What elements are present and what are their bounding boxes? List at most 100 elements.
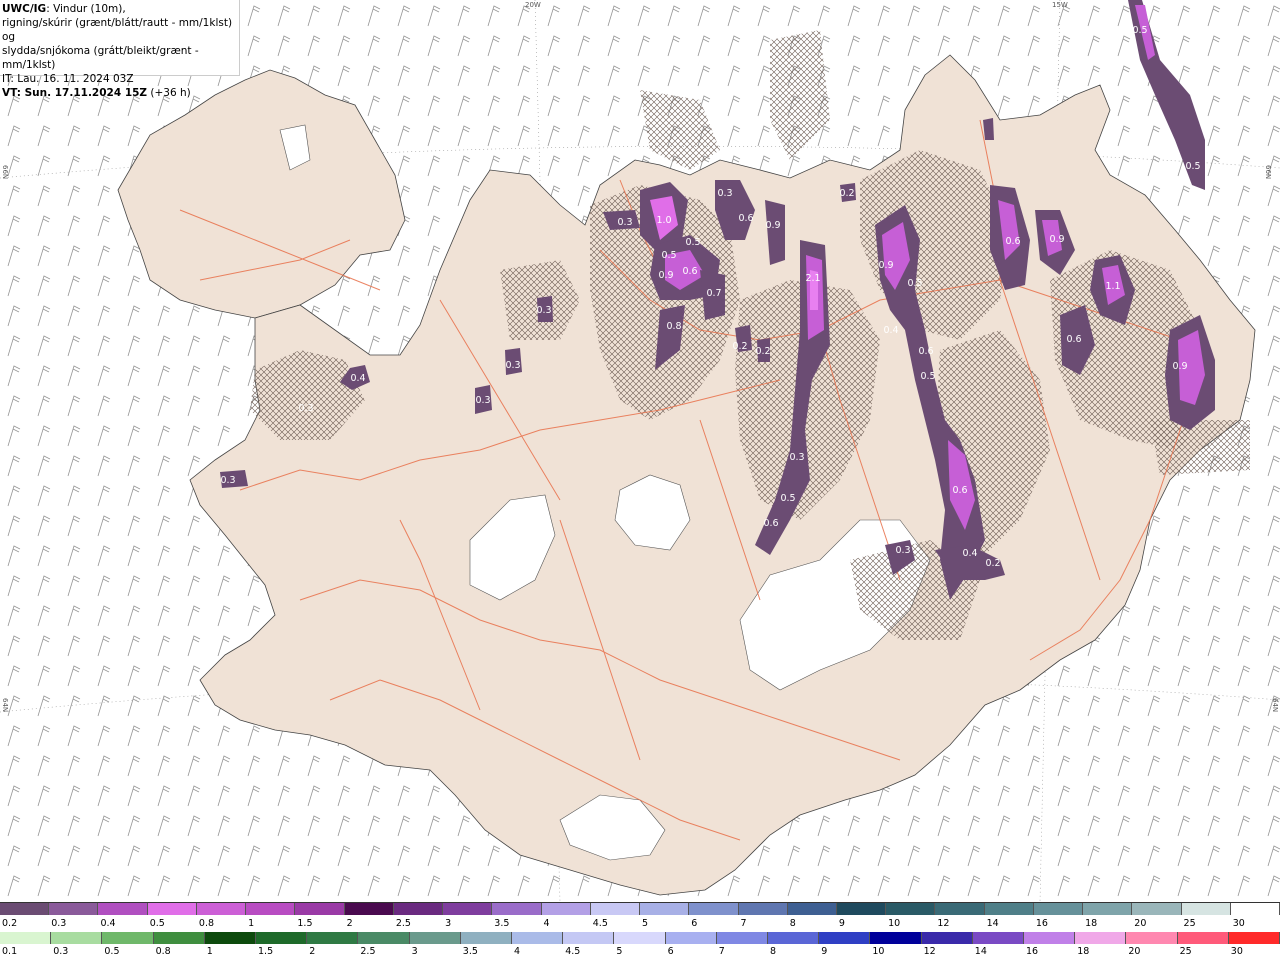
product-name: UWC/IG — [2, 3, 47, 15]
scale-swatch — [972, 932, 1025, 944]
scale-label: 0.5 — [149, 918, 165, 929]
precip-label: 0.5 — [685, 237, 700, 248]
precip-label: 0.2 — [985, 558, 1000, 569]
snow-scale-labels: 0.2 0.3 0.4 0.5 0.8 1 1.5 2 2.5 3 3.5 4 4.5 5 6 7 8 9 10 12… — [0, 918, 1280, 930]
scale-swatch — [836, 903, 887, 915]
scale-swatch — [98, 903, 148, 915]
scale-label: 2.5 — [360, 946, 376, 957]
scale-swatch — [147, 903, 197, 915]
scale-label: 1 — [248, 918, 255, 929]
scale-label: 25 — [1179, 946, 1192, 957]
scale-swatch — [984, 903, 1034, 915]
scale-label: 30 — [1232, 918, 1245, 929]
scale-swatch — [49, 903, 99, 915]
scale-swatch — [738, 903, 788, 915]
scale-label: 14 — [974, 946, 987, 957]
scale-swatch — [460, 932, 513, 944]
scale-label: 14 — [986, 918, 999, 929]
scale-label: 6 — [667, 946, 674, 957]
precip-label: 0.9 — [1172, 361, 1187, 372]
precip-label: 0.5 — [780, 493, 795, 504]
scale-label: 2 — [309, 946, 316, 957]
scale-label: 18 — [1077, 946, 1090, 957]
scale-swatch — [787, 903, 837, 915]
scale-label: 8 — [789, 918, 796, 929]
graticule-label-15w: 15W — [1052, 1, 1068, 9]
precip-label: 2.1 — [805, 273, 820, 284]
scale-label: 3.5 — [494, 918, 510, 929]
scale-swatch — [443, 903, 493, 915]
scale-label: 4 — [514, 946, 521, 957]
scale-label: 3 — [411, 946, 418, 957]
scale-swatch — [1033, 903, 1084, 915]
scale-label: 4 — [543, 918, 550, 929]
product-description: : Vindur (10m), — [46, 3, 126, 15]
scale-label: 1 — [206, 946, 213, 957]
precip-label: 0.4 — [962, 548, 977, 559]
precip-label: 0.6 — [738, 213, 753, 224]
precip-label: 0.7 — [706, 288, 721, 299]
valid-time-lead: (+36 h) — [147, 87, 191, 99]
precip-label: 0.6 — [682, 266, 697, 277]
scale-swatch — [590, 903, 641, 915]
scale-swatch — [358, 932, 410, 944]
precip-label: 1.0 — [656, 215, 671, 226]
init-time: IT: Lau. 16. 11. 2024 03Z — [2, 72, 239, 86]
scale-label: 0.5 — [104, 946, 120, 957]
scale-label: 3.5 — [462, 946, 478, 957]
scale-label: 25 — [1183, 918, 1196, 929]
scale-swatch — [921, 932, 973, 944]
precip-label: 0.6 — [952, 485, 967, 496]
precip-label: 0.6 — [763, 518, 778, 529]
scale-swatch — [409, 932, 461, 944]
scale-swatch — [689, 903, 739, 915]
scale-swatch — [1126, 932, 1178, 944]
scale-swatch — [196, 903, 247, 915]
scale-label: 18 — [1085, 918, 1098, 929]
scale-label: 4.5 — [565, 946, 581, 957]
precip-label: 0.3 — [536, 305, 551, 316]
precip-label: 0.5 — [907, 278, 922, 289]
graticule-label-66n-left: 66N — [1, 165, 9, 180]
precip-label: 0.3 — [895, 545, 910, 556]
scale-swatch — [102, 932, 154, 944]
scale-label: 20 — [1134, 918, 1147, 929]
scale-swatch — [307, 932, 359, 944]
precip-label: 0.6 — [918, 346, 933, 357]
scale-swatch — [295, 903, 345, 915]
scale-swatch — [614, 932, 666, 944]
header-line-1: UWC/IG: Vindur (10m), — [2, 2, 239, 16]
precip-label: 0.4 — [350, 373, 365, 384]
scale-label: 16 — [1026, 946, 1039, 957]
precip-label: 0.9 — [1049, 234, 1064, 245]
precip-label: 0.3 — [617, 217, 632, 228]
precip-label: 0.5 — [1185, 161, 1200, 172]
valid-time-prefix: VT: — [2, 87, 25, 99]
scale-swatch — [1024, 932, 1076, 944]
scale-label: 3 — [445, 918, 452, 929]
precip-label: 0.5 — [1132, 25, 1147, 36]
scale-label: 16 — [1035, 918, 1048, 929]
scale-swatch — [768, 932, 820, 944]
scale-label: 7 — [740, 918, 747, 929]
precip-label: 0.2 — [839, 188, 854, 199]
scale-swatch — [492, 903, 542, 915]
valid-time: VT: Sun. 17.11.2024 15Z (+36 h) — [2, 86, 239, 100]
scale-swatch — [665, 932, 717, 944]
init-time-prefix: IT: — [2, 73, 18, 85]
scale-swatch — [0, 932, 52, 944]
scale-label: 4.5 — [592, 918, 608, 929]
scale-swatch — [393, 903, 444, 915]
scale-swatch — [1083, 903, 1133, 915]
scale-swatch — [716, 932, 769, 944]
scale-swatch — [0, 903, 50, 915]
header-line-2: rigning/skúrir (grænt/blátt/rautt - mm/1… — [2, 17, 233, 43]
scale-label: 10 — [872, 946, 885, 957]
precip-label: 1.1 — [1105, 281, 1120, 292]
weather-map: 0.5 0.5 0.2 1.0 0.3 0.5 0.6 0.9 0.5 0.6 … — [0, 0, 1280, 902]
precip-label: 0.4 — [883, 325, 898, 336]
map-info-header: UWC/IG: Vindur (10m), rigning/skúrir (gr… — [0, 0, 240, 99]
precip-label: 0.3 — [717, 188, 732, 199]
scale-swatch — [935, 903, 985, 915]
scale-label: 5 — [642, 918, 649, 929]
